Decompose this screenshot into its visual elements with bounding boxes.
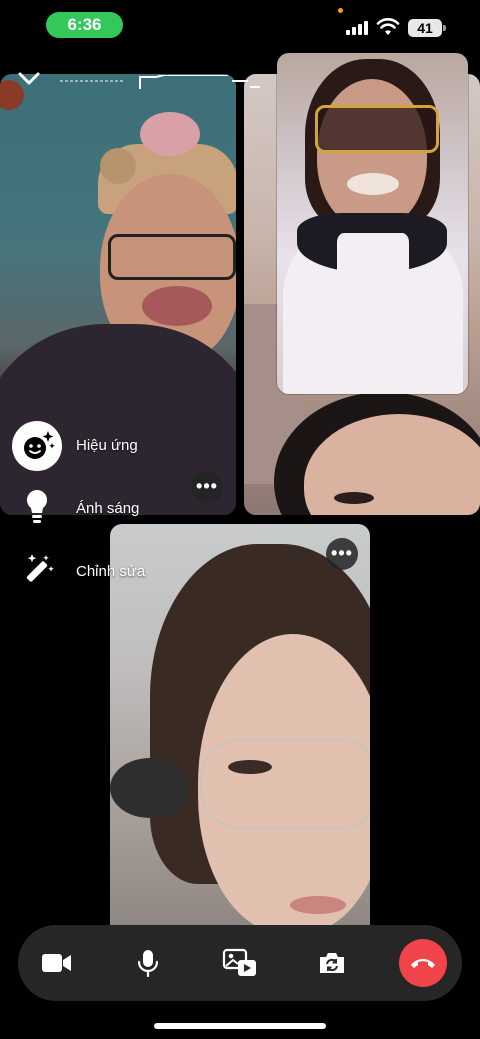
cellular-signal-icon [346,21,370,35]
participant-eye [228,760,272,774]
headband-ear-right [140,112,200,156]
participant-lips [290,896,346,914]
shirt-front [337,233,409,323]
headband-ear-left [100,148,136,184]
more-options-button-self[interactable]: ••• [326,538,358,570]
participant-glasses [108,234,236,280]
end-call-button[interactable] [399,939,447,987]
call-header-line [60,75,260,89]
participant-mouth [142,286,212,326]
home-indicator[interactable] [154,1023,326,1029]
privacy-indicator-dot [338,8,343,13]
more-options-button-tile-1[interactable]: ••• [191,471,223,503]
sunglasses-filter [315,105,439,153]
video-camera-icon [42,954,71,972]
menu-label-lighting: Ánh sáng [76,500,140,517]
lightbulb-icon [12,482,62,530]
microphone-icon [137,950,159,977]
wifi-icon [376,18,400,35]
battery-level: 41 [408,19,442,37]
battery-tip [443,25,446,31]
participant-glasses [200,739,370,829]
participant-eye [334,492,374,504]
status-time[interactable]: 6:36 [46,12,123,38]
menu-label-edit: Chỉnh sửa [76,563,146,580]
flip-camera-button[interactable] [308,939,356,987]
call-control-bar [18,925,462,1001]
participant-tile-3[interactable] [277,53,468,394]
phone-hangup-icon [411,959,435,968]
microphone-button[interactable] [124,939,172,987]
self-view-tile[interactable]: ••• [110,524,370,926]
menu-label-effects: Hiệu ứng [76,437,138,454]
video-camera-button[interactable] [33,939,81,987]
flip-camera-icon [320,953,344,973]
background-object [110,758,190,818]
chevron-down-icon[interactable] [16,68,42,88]
participant-face [317,79,427,229]
media-share-icon [222,948,256,976]
effects-face-icon [12,421,62,471]
status-bar: 6:36 41 [0,0,480,50]
magic-wand-icon [12,546,62,594]
share-media-button[interactable] [216,939,264,987]
participant-smile [347,173,399,195]
